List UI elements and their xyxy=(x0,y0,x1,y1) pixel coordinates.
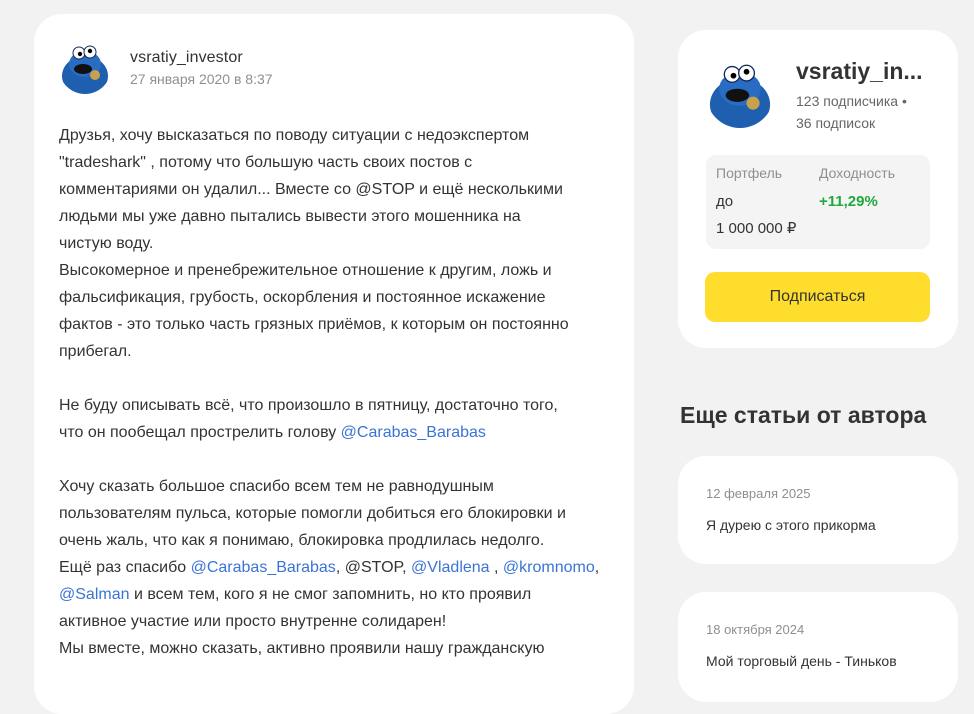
post-text: , xyxy=(594,559,600,576)
portfolio-value: до 1 000 000 ₽ xyxy=(716,188,796,242)
post-text: Ещё раз спасибо xyxy=(59,559,191,576)
post-line: Высокомерное и пренебрежительное отношен… xyxy=(59,262,552,279)
article-card[interactable]: 12 февраля 2025 Я дурею с этого прикорма xyxy=(678,456,958,564)
post-line: активное участие или просто внутренне со… xyxy=(59,613,447,630)
post-text: и всем тем, кого я не смог запомнить, но… xyxy=(129,586,532,603)
portfolio-stats: Портфель до 1 000 000 ₽ Доходность +11,2… xyxy=(706,155,930,249)
post-line: пользователям пульса, которые помогли до… xyxy=(59,505,566,522)
post-text: что он пообещал прострелить голову xyxy=(59,424,341,441)
post-line: комментариями он удалил... Вместе со @ST… xyxy=(59,181,563,198)
post-line: Не буду описывать всё, что произошло в п… xyxy=(59,397,558,414)
yield-value: +11,29% xyxy=(819,193,878,210)
followers-info[interactable]: 123 подписчика • 36 подписок xyxy=(796,90,907,134)
portfolio-value-amount: 1 000 000 ₽ xyxy=(716,220,797,237)
portfolio-value-prefix: до xyxy=(716,193,734,210)
cookie-monster-icon xyxy=(59,42,111,94)
post-line: Ещё раз спасибо @Carabas_Barabas, @STOP,… xyxy=(59,554,619,581)
post-line: людьми мы уже давно пытались вывести это… xyxy=(59,208,521,225)
mention-link[interactable]: @kromnomo xyxy=(503,559,595,576)
article-date: 18 октября 2024 xyxy=(706,622,805,637)
post-line: прибегал. xyxy=(59,343,132,360)
post-line: Друзья, хочу высказаться по поводу ситуа… xyxy=(59,127,530,144)
post-line: Мы вместе, можно сказать, активно прояви… xyxy=(59,640,545,657)
post-author-name[interactable]: vsratiy_investor xyxy=(130,49,243,67)
post-text: , @STOP, xyxy=(335,559,412,576)
post-body: Друзья, хочу высказаться по поводу ситуа… xyxy=(59,122,619,662)
post-line: @Salman и всем тем, кого я не смог запом… xyxy=(59,581,619,608)
subscribe-button[interactable]: Подписаться xyxy=(705,272,930,322)
profile-name[interactable]: vsratiy_in... xyxy=(796,58,936,85)
mention-link[interactable]: @Vladlena xyxy=(411,559,494,576)
article-date: 12 февраля 2025 xyxy=(706,486,811,501)
post-text: , xyxy=(494,559,503,576)
mention-link[interactable]: @Carabas_Barabas xyxy=(191,559,336,576)
post-line: фактов - это только часть грязных приёмо… xyxy=(59,316,569,333)
post-line: фальсификация, грубость, оскорбления и п… xyxy=(59,289,546,306)
cookie-monster-icon xyxy=(706,60,774,128)
mention-link[interactable]: @Carabas_Barabas xyxy=(341,424,486,441)
post-line: "tradeshark" , потому что большую часть … xyxy=(59,154,473,171)
more-articles-title: Еще статьи от автора xyxy=(680,402,927,428)
post-line: Хочу сказать большое спасибо всем тем не… xyxy=(59,478,494,495)
mention-link[interactable]: @Salman xyxy=(59,586,130,603)
author-profile-card: vsratiy_in... 123 подписчика • 36 подпис… xyxy=(678,30,958,348)
followers-count: 123 подписчика • xyxy=(796,93,907,109)
post-line: что он пообещал прострелить голову @Cara… xyxy=(59,419,619,446)
article-card[interactable]: 18 октября 2024 Мой торговый день - Тинь… xyxy=(678,592,958,702)
article-title[interactable]: Мой торговый день - Тиньков xyxy=(706,653,897,669)
following-count: 36 подписок xyxy=(796,115,876,131)
portfolio-label: Портфель xyxy=(716,165,783,181)
article-title[interactable]: Я дурею с этого прикорма xyxy=(706,517,876,533)
author-avatar[interactable] xyxy=(59,42,111,94)
post-line: чистую воду. xyxy=(59,235,154,252)
profile-avatar[interactable] xyxy=(706,60,774,128)
yield-label: Доходность xyxy=(819,165,895,181)
post-card: vsratiy_investor 27 января 2020 в 8:37 Д… xyxy=(34,14,634,714)
post-line: очень жаль, что как я понимаю, блокировк… xyxy=(59,532,545,549)
post-date: 27 января 2020 в 8:37 xyxy=(130,71,273,87)
